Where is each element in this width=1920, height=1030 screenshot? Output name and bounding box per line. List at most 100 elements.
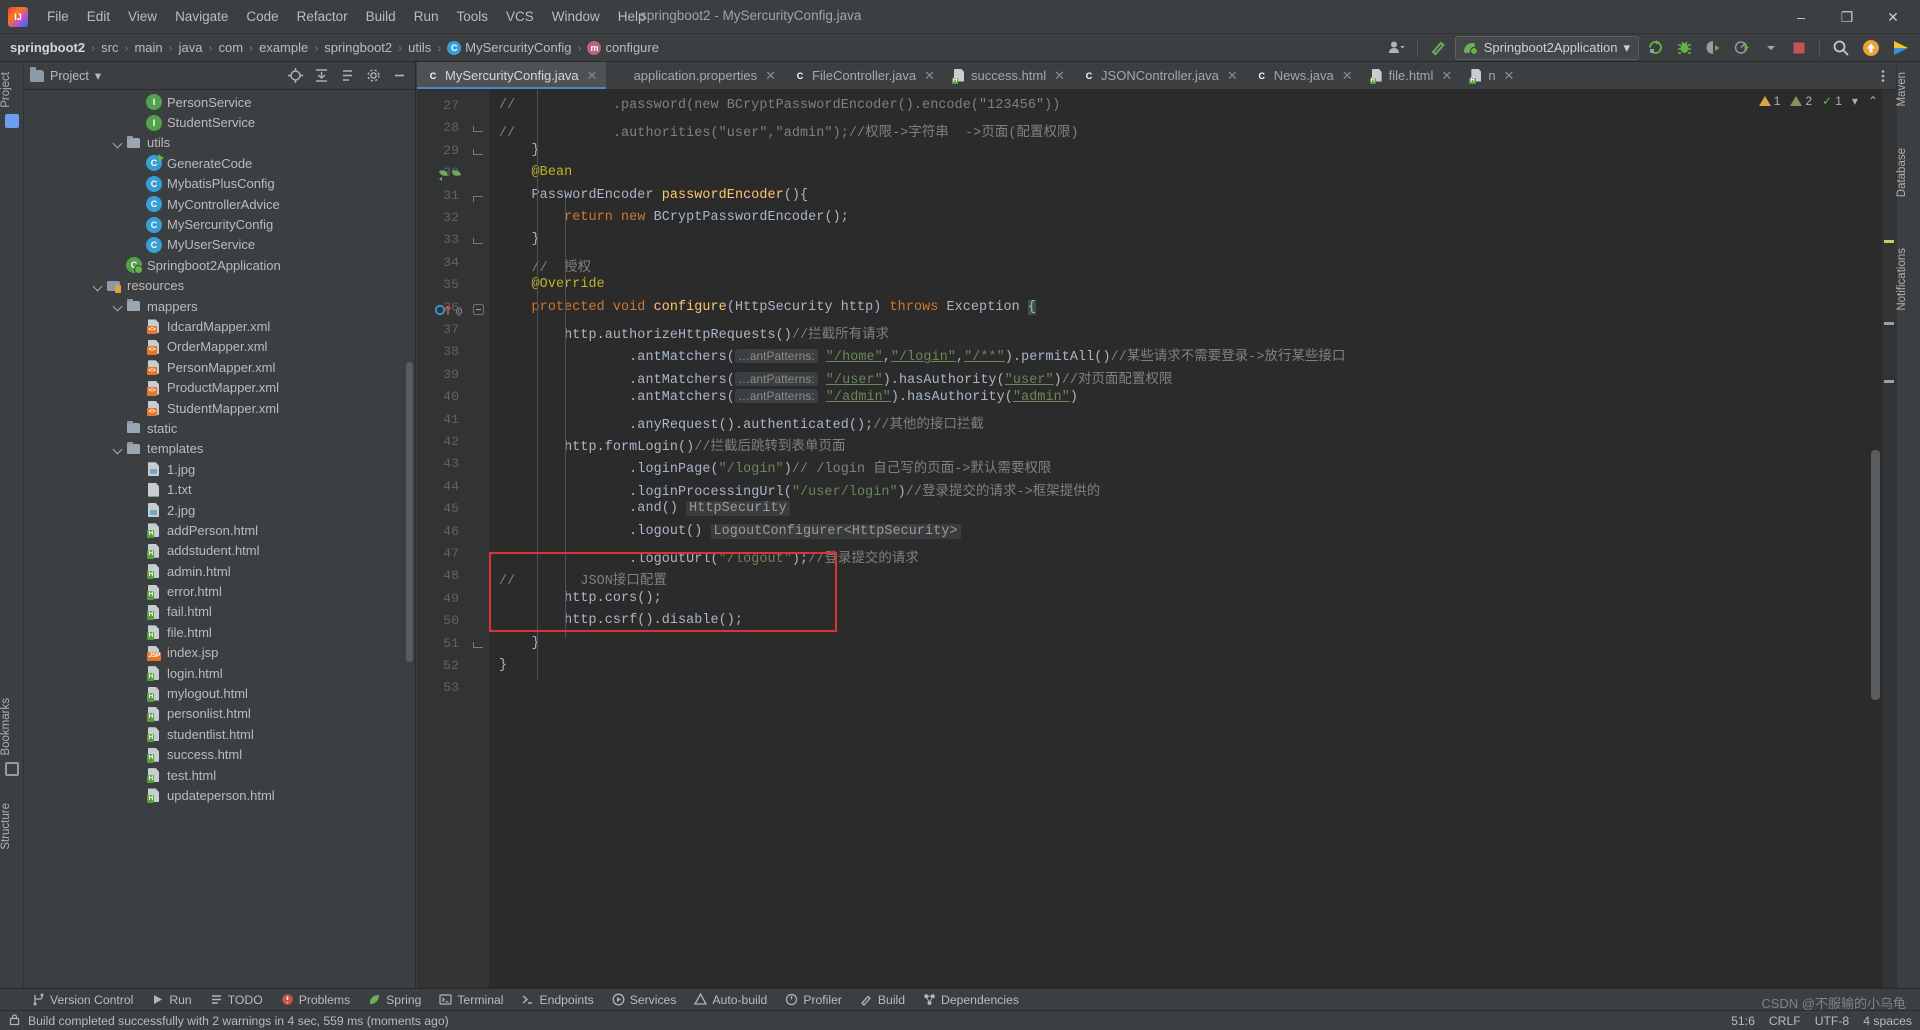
editor-vertical-scrollbar[interactable] [1871,450,1880,700]
bottom-tool-dependencies[interactable]: Dependencies [915,991,1027,1009]
tree-node-utils[interactable]: utils [24,133,415,153]
editor-tab-application-properties[interactable]: application.properties ✕ [606,62,784,89]
tree-node-mycontrolleradvice[interactable]: C MyControllerAdvice [24,194,415,214]
search-everywhere-icon[interactable] [1828,37,1854,59]
chevron-down-icon[interactable]: ▾ [1852,94,1858,108]
menu-item-build[interactable]: Build [357,6,405,27]
tool-window-project[interactable]: Project [0,66,24,114]
ide-feature-icon[interactable] [1888,37,1914,59]
minimize-button[interactable]: – [1778,0,1824,34]
hide-icon[interactable] [387,65,411,87]
code-canvas[interactable]: // .password(new BCryptPasswordEncoder()… [489,90,1896,992]
code-line-48[interactable]: // JSON接口配置 [499,568,667,589]
code-line-37[interactable]: http.authorizeHttpRequests()//拦截所有请求 [499,322,889,343]
bottom-tool-problems[interactable]: Problems [273,991,358,1009]
bottom-tool-services[interactable]: Services [604,991,685,1009]
tree-node-productmapper-xml[interactable]: <> ProductMapper.xml [24,377,415,397]
caret-position[interactable]: 51:6 [1731,1014,1755,1028]
code-folding-marker[interactable] [473,124,484,135]
code-line-29[interactable]: } [499,143,540,158]
updates-icon[interactable] [1858,37,1884,59]
editor-tab-filecontroller-java[interactable]: C FileController.java ✕ [784,62,943,89]
tree-node-file-html[interactable]: Hfile.html [24,622,415,642]
editor-tab-n[interactable]: n✕ [1460,62,1522,89]
tree-node-updateperson-html[interactable]: Hupdateperson.html [24,785,415,805]
tree-node-fail-html[interactable]: Hfail.html [24,602,415,622]
code-line-52[interactable]: } [499,658,507,673]
bottom-tool-terminal[interactable]: Terminal [431,991,511,1009]
code-line-36[interactable]: protected void configure(HttpSecurity ht… [499,299,1037,315]
close-tab-icon[interactable]: ✕ [587,68,598,84]
code-line-40[interactable]: .antMatchers(…antPatterns: "/admin").has… [499,389,1078,405]
file-encoding[interactable]: UTF-8 [1815,1014,1850,1028]
code-line-30[interactable]: @Bean [499,165,573,180]
stop-button[interactable] [1787,37,1811,59]
breadcrumb-item-java[interactable]: java [179,40,203,55]
code-folding-marker[interactable] [473,303,484,315]
tree-node-mysercurityconfig[interactable]: C MySercurityConfig [24,214,415,234]
menu-item-edit[interactable]: Edit [78,6,119,27]
tree-node-2-jpg[interactable]: 2.jpg [24,500,415,520]
tree-node-index-jsp[interactable]: JSP index.jsp [24,643,415,663]
close-tab-icon[interactable]: ✕ [924,68,935,84]
breadcrumb-item-mysercurityconfig[interactable]: C MySercurityConfig [447,40,571,55]
project-file-tree[interactable]: I PersonService I StudentService utils C Gener… [24,90,415,992]
tree-node-mylogout-html[interactable]: Hmylogout.html [24,683,415,703]
chevron-down-icon[interactable] [92,280,104,292]
tree-node-addstudent-html[interactable]: Haddstudent.html [24,541,415,561]
menu-item-code[interactable]: Code [237,6,287,27]
tree-node-personservice[interactable]: I PersonService [24,92,415,112]
chevron-down-icon[interactable]: ▾ [1623,40,1630,56]
tree-node-error-html[interactable]: Herror.html [24,581,415,601]
code-line-47[interactable]: .logoutUrl("/logout");//登录提交的请求 [499,546,919,567]
tool-window-notifications[interactable]: Notifications [1896,242,1920,317]
bottom-tool-spring[interactable]: Spring [360,991,429,1009]
editor-tab-success-html[interactable]: success.html ✕ [943,62,1073,89]
coverage-icon[interactable] [1701,37,1726,59]
run-configuration-selector[interactable]: Springboot2Application ▾ [1454,35,1639,60]
tool-window-bookmarks[interactable]: Bookmarks [0,692,24,762]
bottom-tool-profiler[interactable]: Profiler [777,991,850,1009]
tool-window-structure[interactable]: Structure [0,797,24,856]
editor-tabs-overflow-icon[interactable] [1870,62,1896,89]
tree-node-mappers[interactable]: mappers [24,296,415,316]
code-line-35[interactable]: @Override [499,277,605,292]
locate-icon[interactable] [283,65,307,87]
code-line-28[interactable]: // .authorities("user","admin");//权限->字符… [499,120,1079,141]
user-avatar-icon[interactable] [1384,37,1409,59]
collapse-all-icon[interactable] [309,65,333,87]
tree-node-addperson-html[interactable]: HaddPerson.html [24,520,415,540]
tree-node-personlist-html[interactable]: Hpersonlist.html [24,704,415,724]
tree-node-static[interactable]: static [24,418,415,438]
close-tab-icon[interactable]: ✕ [1342,68,1353,84]
breadcrumb-item-com[interactable]: com [219,40,244,55]
code-line-45[interactable]: .and() HttpSecurity [499,501,790,517]
code-line-31[interactable]: PasswordEncoder passwordEncoder(){ [499,188,809,203]
code-folding-marker[interactable] [473,192,484,203]
inspection-widget[interactable]: 1 2 ✓ 1 ▾ ⌃ [1758,94,1878,108]
indent-setting[interactable]: 4 spaces [1863,1014,1912,1028]
menu-item-file[interactable]: File [38,6,78,27]
editor-tab-mysercurityconfig-java[interactable]: C MySercurityConfig.java ✕ [417,62,606,89]
hammer-build-icon[interactable] [1426,37,1451,59]
error-stripe-marker-panel[interactable] [1882,90,1896,992]
menu-item-window[interactable]: Window [543,6,609,27]
tree-node-1-txt[interactable]: 1.txt [24,479,415,499]
tree-node-success-html[interactable]: Hsuccess.html [24,745,415,765]
bottom-tool-endpoints[interactable]: Endpoints [513,991,601,1009]
chevron-up-icon[interactable]: ⌃ [1868,94,1878,108]
close-tab-icon[interactable]: ✕ [1441,68,1452,84]
close-tab-icon[interactable]: ✕ [1504,68,1515,84]
editor-tab-news-java[interactable]: C News.java ✕ [1246,62,1361,89]
menu-item-refactor[interactable]: Refactor [288,6,357,27]
editor-tab-file-html[interactable]: file.html ✕ [1361,62,1461,89]
breadcrumb-item-example[interactable]: example [259,40,308,55]
code-line-44[interactable]: .loginProcessingUrl("/user/login")//登录提交… [499,479,1100,500]
code-line-49[interactable]: http.cors(); [499,591,662,606]
rerun-icon[interactable] [1643,37,1668,59]
tool-window-database[interactable]: Database [1896,142,1920,203]
tree-node-generatecode[interactable]: C GenerateCode [24,153,415,173]
tree-node-mybatisplusconfig[interactable]: C MybatisPlusConfig [24,174,415,194]
override-gutter-icon[interactable]: @ [434,303,469,317]
tree-node-ordermapper-xml[interactable]: <> OrderMapper.xml [24,337,415,357]
